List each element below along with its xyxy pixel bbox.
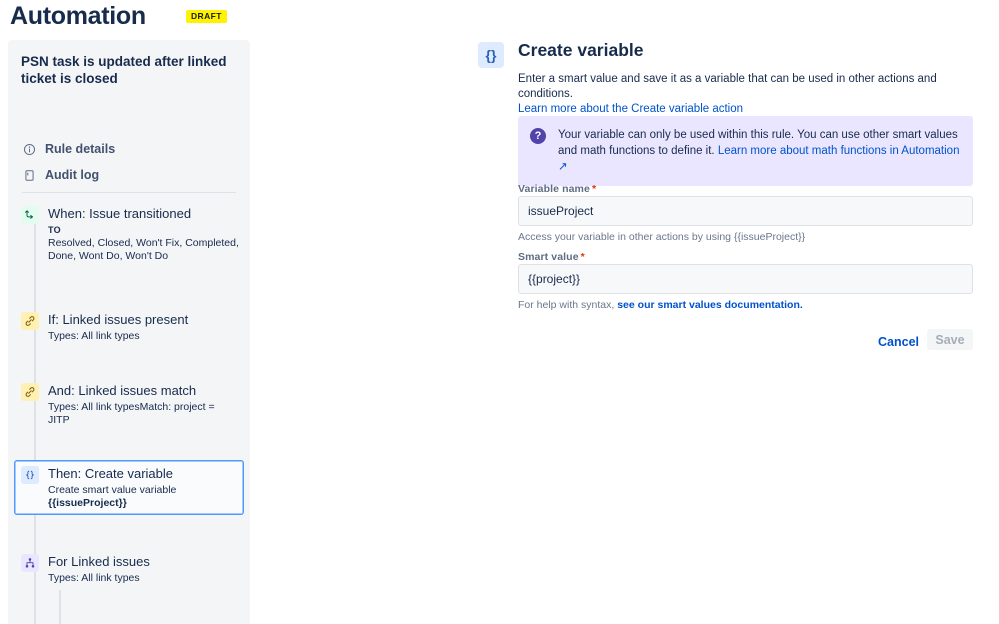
rule-step-for-linked-issues[interactable]: For Linked issues Types: All link types	[14, 548, 244, 590]
smart-value-input[interactable]	[518, 264, 973, 294]
rule-step-subtitle: Types: All link types	[48, 572, 140, 584]
curly-braces-icon	[21, 466, 39, 484]
info-banner-text: Your variable can only be used within th…	[558, 127, 961, 175]
smart-value-label-text: Smart value	[518, 251, 579, 263]
transition-arrow-icon	[21, 206, 39, 224]
curly-braces-icon: {}	[478, 42, 504, 68]
document-icon	[22, 168, 36, 182]
status-badge: DRAFT	[186, 10, 227, 23]
required-marker: *	[591, 183, 597, 195]
rule-step-title: For Linked issues	[48, 554, 150, 569]
smart-value-label: Smart value *	[518, 251, 585, 263]
rule-step-caption: TO	[48, 225, 61, 235]
rule-step-title: When: Issue transitioned	[48, 206, 192, 221]
rule-step-title: If: Linked issues present	[48, 312, 189, 327]
sidebar-item-label: Audit log	[45, 168, 100, 182]
rule-step-when-issue-transitioned[interactable]: When: Issue transitioned TO Resolved, Cl…	[14, 200, 244, 268]
connector-line-branch	[59, 590, 61, 624]
learn-more-create-variable-link[interactable]: Learn more about the Create variable act…	[518, 102, 978, 117]
detail-title: Create variable	[518, 40, 644, 60]
rule-step-subtitle-text: Resolved, Closed, Won't Fix, Completed, …	[48, 237, 239, 262]
rule-step-subtitle-variable: {{issueProject}}	[48, 497, 127, 509]
rule-step-if-linked-issues-present[interactable]: If: Linked issues present Types: All lin…	[14, 306, 244, 348]
rule-step-subtitle-text: Create smart value variable	[48, 484, 177, 496]
page-title: Automation	[10, 2, 146, 30]
cancel-button[interactable]: Cancel	[872, 330, 925, 354]
rule-panel: PSN task is updated after linked ticket …	[8, 40, 250, 624]
link-chain-icon	[21, 312, 39, 330]
rule-step-and-linked-issues-match[interactable]: And: Linked issues match Types: All link…	[14, 377, 244, 432]
info-circle-icon	[22, 142, 36, 156]
detail-header: {} Create variable	[478, 40, 978, 70]
smart-values-documentation-link[interactable]: see our smart values documentation.	[617, 299, 803, 311]
divider	[22, 192, 236, 193]
variable-name-label-text: Variable name	[518, 183, 590, 195]
smart-value-help-text: For help with syntax, see our smart valu…	[518, 299, 803, 311]
rule-step-title: Then: Create variable	[48, 466, 174, 481]
branch-icon	[21, 554, 39, 572]
detail-description-text: Enter a smart value and save it as a var…	[518, 73, 937, 100]
page-header: Automation DRAFT	[0, 0, 999, 38]
sidebar-item-label: Rule details	[45, 142, 116, 156]
rule-step-subtitle: Types: All link types	[48, 330, 140, 342]
info-banner: ? Your variable can only be used within …	[518, 116, 973, 186]
smart-value-help-prefix: For help with syntax,	[518, 299, 618, 311]
question-circle-icon: ?	[530, 128, 546, 144]
rule-step-title: And: Linked issues match	[48, 383, 197, 398]
link-chain-icon	[21, 383, 39, 401]
variable-name-input[interactable]	[518, 196, 973, 226]
rule-name: PSN task is updated after linked ticket …	[21, 54, 227, 86]
required-marker: *	[580, 251, 585, 263]
rule-step-then-edit-issue-fields[interactable]: Then: Edit issue fields Labels, Advanced	[39, 620, 244, 624]
sidebar-item-rule-details[interactable]: Rule details	[22, 139, 236, 159]
rule-step-then-create-variable[interactable]: Then: Create variable Create smart value…	[14, 460, 244, 515]
sidebar-item-audit-log[interactable]: Audit log	[22, 165, 236, 185]
rule-step-subtitle: TO Resolved, Closed, Won't Fix, Complete…	[48, 224, 239, 263]
rule-step-subtitle: Create smart value variable {{issueProje…	[48, 484, 239, 510]
detail-description: Enter a smart value and save it as a var…	[518, 72, 978, 117]
variable-name-label: Variable name *	[518, 183, 596, 195]
rule-step-subtitle: Types: All link typesMatch: project = JI…	[48, 401, 215, 426]
variable-name-help-text: Access your variable in other actions by…	[518, 231, 806, 243]
save-button[interactable]: Save	[927, 329, 973, 350]
